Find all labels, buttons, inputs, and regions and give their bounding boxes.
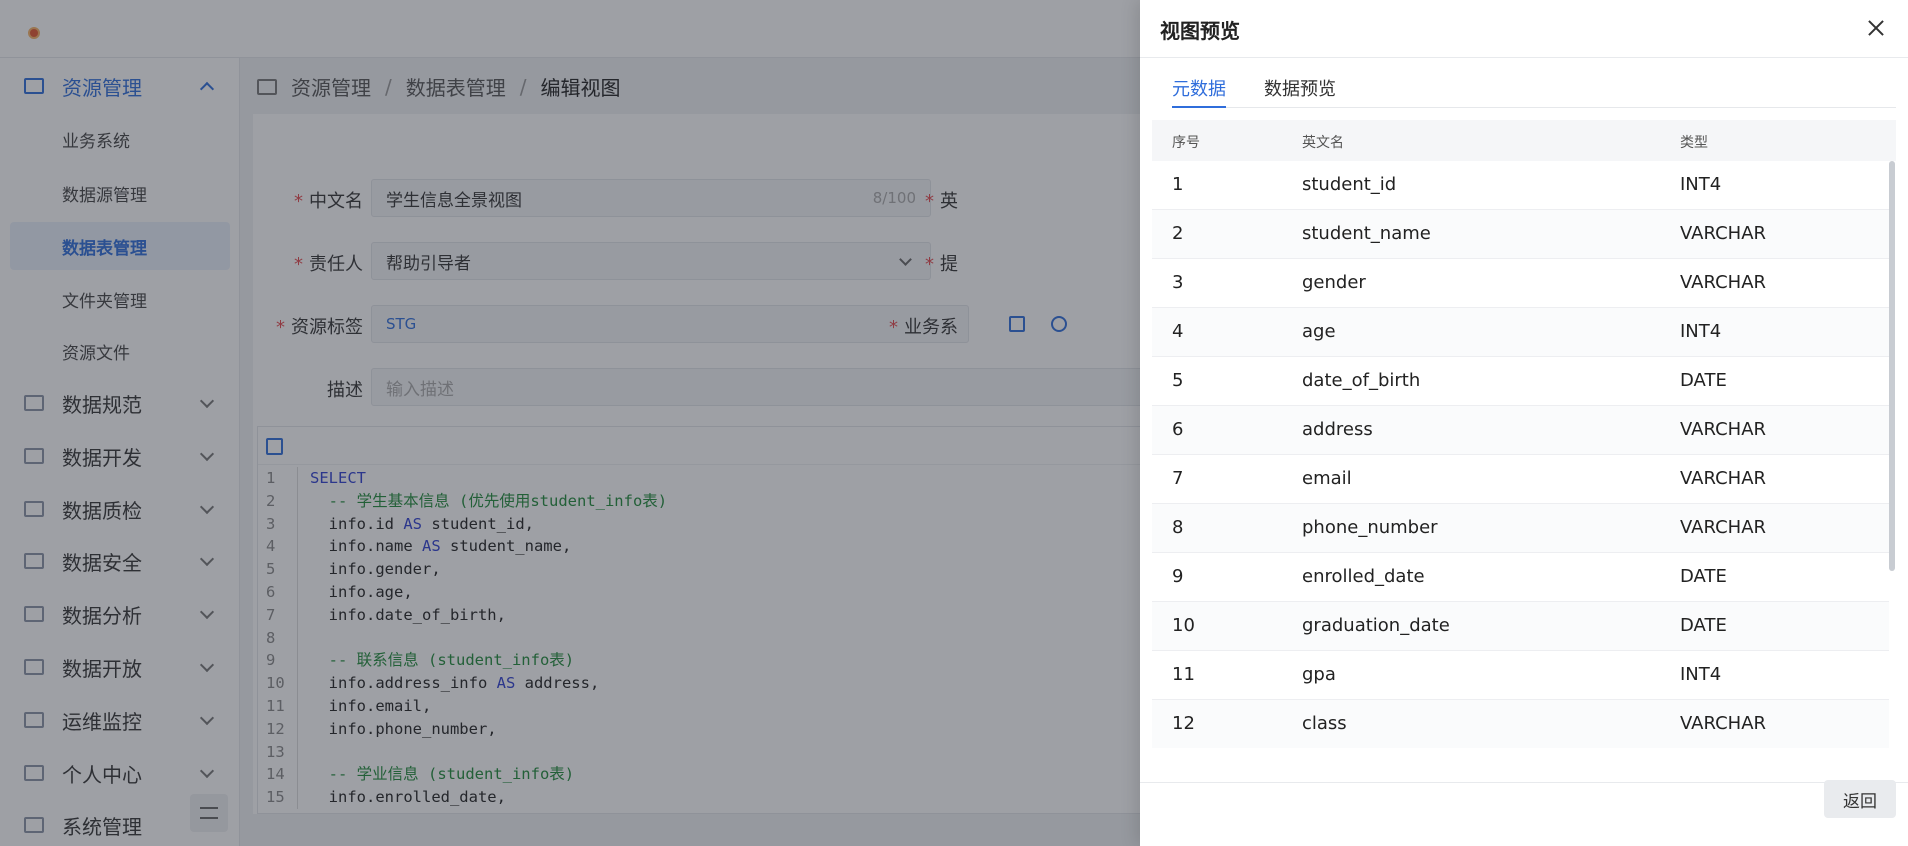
- cell-english-name: date_of_birth: [1302, 370, 1421, 391]
- cell-index: 7: [1172, 468, 1184, 489]
- cell-index: 11: [1172, 664, 1195, 685]
- view-preview-drawer: 视图预览 元数据 数据预览 序号 英文名 类型 1 student_id INT4 2…: [1140, 0, 1908, 846]
- tab-data-preview[interactable]: 数据预览: [1264, 75, 1336, 108]
- cell-index: 3: [1172, 272, 1184, 293]
- cell-type: INT4: [1680, 664, 1722, 685]
- table-row[interactable]: 10 graduation_date DATE: [1152, 602, 1889, 651]
- table-row[interactable]: 12 class VARCHAR: [1152, 700, 1889, 748]
- cell-english-name: age: [1302, 321, 1336, 342]
- table-body: 1 student_id INT4 2 student_name VARCHAR 3 gend…: [1152, 161, 1896, 748]
- drawer-tabs: 元数据 数据预览: [1172, 70, 1896, 108]
- table-row[interactable]: 2 student_name VARCHAR: [1152, 210, 1889, 259]
- table-row[interactable]: 5 date_of_birth DATE: [1152, 357, 1889, 406]
- cell-type: DATE: [1680, 566, 1727, 587]
- close-icon[interactable]: [1868, 20, 1884, 36]
- cell-type: VARCHAR: [1680, 272, 1767, 293]
- cell-index: 9: [1172, 566, 1184, 587]
- drawer-footer: [1140, 782, 1908, 846]
- cell-type: VARCHAR: [1680, 468, 1767, 489]
- cell-english-name: student_name: [1302, 223, 1431, 244]
- cell-index: 5: [1172, 370, 1184, 391]
- cell-english-name: gender: [1302, 272, 1366, 293]
- tab-metadata[interactable]: 元数据: [1172, 75, 1226, 108]
- cell-type: VARCHAR: [1680, 223, 1767, 244]
- cell-index: 4: [1172, 321, 1184, 342]
- metadata-table: 序号 英文名 类型 1 student_id INT4 2 student_name VA…: [1152, 120, 1896, 748]
- cell-type: VARCHAR: [1680, 517, 1767, 538]
- cell-type: INT4: [1680, 174, 1722, 195]
- column-header-english-name: 英文名: [1302, 135, 1344, 151]
- table-scrollbar[interactable]: [1889, 161, 1895, 571]
- cell-type: VARCHAR: [1680, 713, 1767, 734]
- drawer-header: 视图预览: [1140, 0, 1908, 58]
- cell-english-name: email: [1302, 468, 1352, 489]
- cell-english-name: enrolled_date: [1302, 566, 1425, 587]
- cell-index: 8: [1172, 517, 1184, 538]
- cell-english-name: student_id: [1302, 174, 1397, 195]
- return-button[interactable]: 返回: [1824, 780, 1896, 818]
- cell-english-name: address: [1302, 419, 1373, 440]
- cell-english-name: phone_number: [1302, 517, 1438, 538]
- cell-type: DATE: [1680, 370, 1727, 391]
- cell-english-name: gpa: [1302, 664, 1336, 685]
- cell-type: INT4: [1680, 321, 1722, 342]
- table-header: 序号 英文名 类型: [1152, 120, 1896, 161]
- cell-index: 10: [1172, 615, 1195, 636]
- cell-index: 12: [1172, 713, 1195, 734]
- cell-index: 1: [1172, 174, 1184, 195]
- table-row[interactable]: 11 gpa INT4: [1152, 651, 1889, 700]
- table-row[interactable]: 9 enrolled_date DATE: [1152, 553, 1889, 602]
- table-row[interactable]: 4 age INT4: [1152, 308, 1889, 357]
- cell-english-name: graduation_date: [1302, 615, 1450, 636]
- cell-english-name: class: [1302, 713, 1347, 734]
- table-row[interactable]: 6 address VARCHAR: [1152, 406, 1889, 455]
- table-row[interactable]: 3 gender VARCHAR: [1152, 259, 1889, 308]
- table-row[interactable]: 8 phone_number VARCHAR: [1152, 504, 1889, 553]
- cell-type: DATE: [1680, 615, 1727, 636]
- column-header-index: 序号: [1172, 135, 1200, 151]
- table-row[interactable]: 7 email VARCHAR: [1152, 455, 1889, 504]
- cell-index: 2: [1172, 223, 1184, 244]
- cell-type: VARCHAR: [1680, 419, 1767, 440]
- column-header-type: 类型: [1680, 135, 1708, 151]
- table-row[interactable]: 1 student_id INT4: [1152, 161, 1889, 210]
- cell-index: 6: [1172, 419, 1184, 440]
- drawer-title: 视图预览: [1160, 19, 1240, 43]
